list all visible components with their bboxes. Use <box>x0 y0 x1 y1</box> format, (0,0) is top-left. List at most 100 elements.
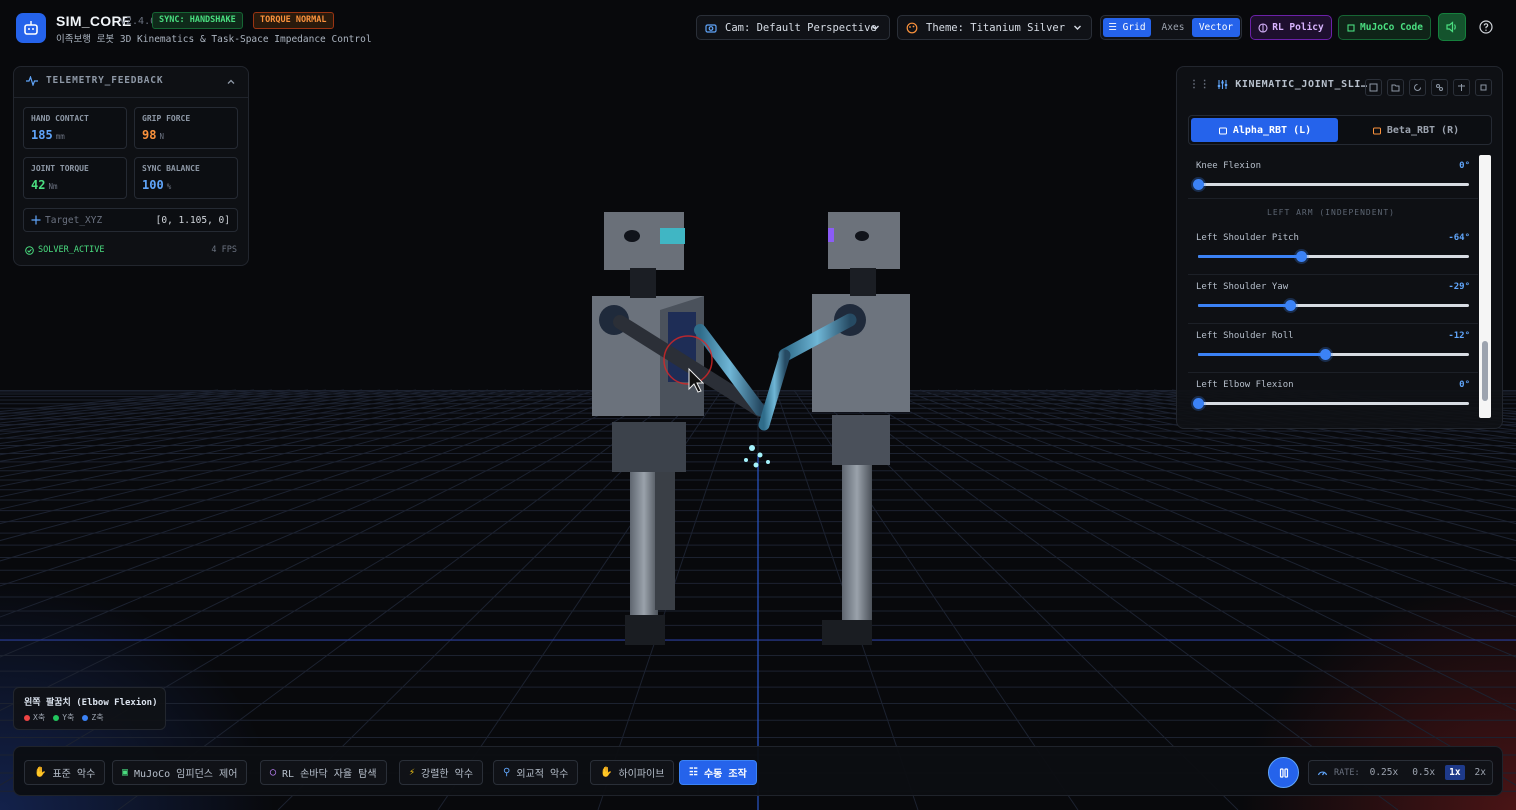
mode-high-five[interactable]: ✋ 하이파이브 <box>590 760 675 785</box>
mode-strong-handshake[interactable]: ⚡ 강렬한 악수 <box>399 760 484 785</box>
slider-label: Knee Flexion <box>1196 161 1262 171</box>
rate-option-05[interactable]: 0.5x <box>1408 765 1439 780</box>
mode-manual-control[interactable]: ☷ 수동 조작 <box>679 760 757 785</box>
joint-panel-header: ⋮⋮ KINEMATIC_JOINT_SLI… <box>1189 79 1368 90</box>
rate-option-025[interactable]: 0.25x <box>1366 765 1403 780</box>
playback-rate: RATE: 0.25x 0.5x 1x 2x <box>1308 760 1493 785</box>
slider-row-left-shoulder-yaw: Left Shoulder Yaw -29° <box>1188 276 1478 324</box>
sliders-icon <box>1218 80 1228 89</box>
scrollbar-thumb[interactable] <box>1482 341 1488 401</box>
slider-knob[interactable] <box>1320 349 1332 360</box>
mode-label: 하이파이브 <box>618 769 665 780</box>
joint-panel-scrollbar[interactable] <box>1479 155 1491 418</box>
palette-icon <box>906 22 918 33</box>
scale-icon <box>1458 84 1465 91</box>
camera-select[interactable]: Cam: Default Perspective <box>696 15 890 40</box>
target-xyz-label: Target_XYZ <box>45 214 103 226</box>
save-button[interactable] <box>1365 79 1382 96</box>
help-button[interactable] <box>1477 18 1495 36</box>
telemetry-title: TELEMETRY_FEEDBACK <box>46 75 164 86</box>
gauge-icon <box>1317 771 1328 776</box>
mode-label: 표준 악수 <box>52 769 96 780</box>
chevron-up-icon[interactable] <box>226 77 236 87</box>
mode-standard-handshake[interactable]: ✋ 표준 악수 <box>24 760 106 785</box>
fps-counter: 4 FPS <box>211 245 237 255</box>
theme-select-label: Theme: Titanium Silver <box>926 21 1066 34</box>
mode-bar: ✋ 표준 악수 ▣ MuJoCo 임피던스 제어 ◯ RL 손바닥 자율 탐색 ⚡ 강렬… <box>13 746 1503 796</box>
telemetry-header: TELEMETRY_FEEDBACK <box>26 75 163 86</box>
mode-label: MuJoCo 임피던스 제어 <box>134 769 238 780</box>
folder-icon <box>1391 84 1400 92</box>
slider-value: -12° <box>1448 331 1470 341</box>
activity-icon <box>26 75 38 86</box>
mirror-button[interactable] <box>1431 79 1448 96</box>
slider-track[interactable] <box>1198 349 1469 360</box>
slider-label: Left Shoulder Roll <box>1196 331 1294 341</box>
hand-contact-value: 185 <box>31 128 53 142</box>
tab-alpha-robot[interactable]: Alpha_RBT (L) <box>1191 118 1338 142</box>
mujoco-code-button[interactable]: MuJoCo Code <box>1338 15 1431 40</box>
reset-button[interactable] <box>1409 79 1426 96</box>
open-button[interactable] <box>1387 79 1404 96</box>
move-icon <box>31 215 41 225</box>
slider-knob[interactable] <box>1193 179 1204 190</box>
robot-icon <box>1218 127 1227 135</box>
target-xyz-row: Target_XYZ [0, 1.105, 0] <box>23 208 238 232</box>
mode-diplomatic-handshake[interactable]: ⚲ 외교적 악수 <box>493 760 579 785</box>
robot-icon <box>24 21 38 35</box>
pause-icon <box>1279 767 1288 778</box>
brain-icon <box>1258 22 1268 33</box>
camera-select-label: Cam: Default Perspective <box>725 21 877 34</box>
balance-button[interactable] <box>1453 79 1470 96</box>
slider-value: -64° <box>1448 233 1470 243</box>
joint-slider-list[interactable]: Knee Flexion 0° LEFT ARM (INDEPENDENT) L… <box>1186 155 1493 419</box>
tab-beta-robot[interactable]: Beta_RBT (R) <box>1342 118 1489 142</box>
mode-label: RL 손바닥 자율 탐색 <box>282 769 377 780</box>
grid-toggle[interactable]: ☰ Grid <box>1103 18 1151 37</box>
hand-contact-label: HAND CONTACT <box>31 114 89 123</box>
hand-contact-unit: mm <box>55 132 65 141</box>
cpu-icon <box>1480 84 1487 91</box>
tab-beta-label: Beta_RBT (R) <box>1386 124 1460 136</box>
hand-contact-card: HAND CONTACT 185 mm <box>23 107 127 149</box>
slider-knob[interactable] <box>1295 251 1307 262</box>
slider-value: -29° <box>1448 282 1470 292</box>
tab-alpha-label: Alpha_RBT (L) <box>1232 124 1312 136</box>
rl-policy-label: RL Policy <box>1272 22 1324 33</box>
legend-z: Z축 <box>82 712 104 723</box>
joint-panel-title: KINEMATIC_JOINT_SLI… <box>1235 79 1368 90</box>
slider-row-left-shoulder-roll: Left Shoulder Roll -12° <box>1188 325 1478 373</box>
app-logo <box>16 13 46 43</box>
rate-option-1[interactable]: 1x <box>1445 765 1465 780</box>
volume-icon <box>1446 21 1456 33</box>
sync-balance-value: 100 <box>142 178 164 192</box>
slider-knob[interactable] <box>1285 300 1297 311</box>
rl-policy-button[interactable]: RL Policy <box>1250 15 1332 40</box>
sync-badge: SYNC: HANDSHAKE <box>152 12 243 29</box>
vector-toggle[interactable]: Vector <box>1192 18 1240 37</box>
pause-button[interactable] <box>1268 757 1299 788</box>
check-circle-icon <box>25 245 34 255</box>
mode-mujoco-impedance[interactable]: ▣ MuJoCo 임피던스 제어 <box>112 760 248 785</box>
telemetry-panel: TELEMETRY_FEEDBACK HAND CONTACT 185 mm GR… <box>13 66 249 266</box>
mode-rl-palm-search[interactable]: ◯ RL 손바닥 자율 탐색 <box>260 760 387 785</box>
brain-icon: ◯ <box>270 767 277 778</box>
theme-select[interactable]: Theme: Titanium Silver <box>897 15 1092 40</box>
sound-toggle[interactable] <box>1438 13 1466 41</box>
slider-track[interactable] <box>1193 179 1469 190</box>
slider-knob[interactable] <box>1193 398 1204 409</box>
slider-track[interactable] <box>1198 251 1469 262</box>
drag-handle-icon[interactable]: ⋮⋮ <box>1189 79 1210 90</box>
layers-icon: ☰ <box>1108 22 1123 33</box>
mujoco-code-label: MuJoCo Code <box>1360 22 1423 33</box>
rate-option-2[interactable]: 2x <box>1471 765 1490 780</box>
slider-track[interactable] <box>1193 398 1469 409</box>
slider-track[interactable] <box>1198 300 1469 311</box>
settings-button[interactable] <box>1475 79 1492 96</box>
legend-x: X축 <box>24 712 45 723</box>
app-version: v2.4.0 <box>120 16 157 27</box>
rate-label: RATE: <box>1334 767 1360 778</box>
axes-toggle[interactable]: Axes <box>1155 18 1191 37</box>
robot-icon <box>1372 127 1381 135</box>
chevron-down-icon <box>872 25 879 30</box>
